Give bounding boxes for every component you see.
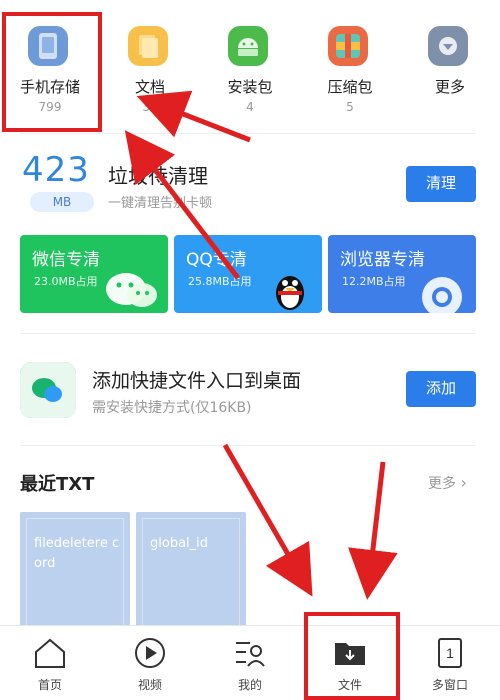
shortcut-title: 添加快捷文件入口到桌面: [92, 370, 302, 392]
category-more[interactable]: 更多: [400, 20, 500, 120]
file-name: global_id: [150, 536, 209, 551]
category-count: 5: [346, 100, 354, 114]
card-subtitle: 25.8MB占用: [188, 275, 252, 288]
recent-file-card[interactable]: filedeletere cord: [20, 512, 130, 632]
file-manager-screen: 手机存储 799 文档 30 安装包 4 压缩包 5 更多 423 MB 垃圾待…: [0, 0, 500, 700]
qq-clean-card[interactable]: QQ专清 25.8MB占用: [174, 235, 322, 313]
video-icon: [135, 638, 165, 668]
junk-size: 423: [22, 150, 90, 190]
nav-label: 首页: [37, 678, 62, 692]
category-label: 文档: [134, 78, 165, 96]
card-subtitle: 12.2MB占用: [342, 275, 406, 288]
junk-unit-badge: MB: [30, 192, 94, 212]
recent-file-card[interactable]: global_id: [136, 512, 246, 632]
card-title: QQ专清: [186, 250, 247, 270]
divider: [20, 333, 476, 334]
android-icon: [228, 26, 268, 66]
add-shortcut-button[interactable]: 添加: [406, 371, 476, 407]
chevron-right-icon: ›: [460, 473, 467, 492]
browser-clean-card[interactable]: 浏览器专清 12.2MB占用: [328, 235, 476, 313]
more-icon: [428, 26, 468, 66]
nav-label: 视频: [137, 678, 162, 692]
recent-txt-title: 最近TXT: [20, 474, 95, 495]
nav-home[interactable]: 首页: [0, 626, 100, 700]
bottom-nav: 首页 视频 我的 文件 1 多窗口: [0, 625, 500, 700]
file-name: filedeletere cord: [34, 536, 120, 571]
svg-text:1: 1: [446, 645, 454, 661]
junk-subtitle: 一键清理告别卡顿: [108, 196, 213, 211]
document-icon: [128, 26, 168, 66]
category-count: 30: [142, 100, 158, 114]
category-apk[interactable]: 安装包 4: [200, 20, 300, 120]
recent-more-link[interactable]: 更多 ›: [428, 473, 467, 493]
nav-label: 多窗口: [431, 678, 468, 692]
nav-label: 我的: [237, 678, 262, 692]
wechat-clean-card[interactable]: 微信专清 23.0MB占用: [20, 235, 168, 313]
qq-penguin-icon: [276, 276, 304, 310]
category-count: 4: [246, 100, 254, 114]
more-label: 更多: [428, 476, 456, 492]
annotation-box-phone-storage: [2, 12, 102, 132]
nav-video[interactable]: 视频: [100, 626, 200, 700]
profile-icon: [236, 642, 265, 667]
clean-button[interactable]: 清理: [406, 166, 476, 202]
archive-icon: [328, 26, 368, 66]
category-label: 更多: [434, 78, 465, 96]
category-documents[interactable]: 文档 30: [100, 20, 200, 120]
card-title: 浏览器专清: [340, 250, 425, 270]
nav-profile[interactable]: 我的: [200, 626, 300, 700]
junk-title: 垃圾待清理: [108, 164, 208, 188]
divider: [20, 133, 476, 134]
wechat-icon: [106, 273, 157, 307]
browser-icon: [422, 277, 462, 313]
clean-cards: 微信专清 23.0MB占用 QQ专清 25.8MB占用 浏览器专清 12.2MB…: [20, 235, 476, 313]
shortcut-app-icon: [20, 362, 76, 418]
annotation-box-files-tab: [304, 612, 400, 700]
card-title: 微信专清: [32, 250, 100, 270]
category-label: 安装包: [227, 78, 273, 96]
nav-multi-window[interactable]: 1 多窗口: [400, 626, 500, 700]
multi-window-icon: 1: [438, 638, 462, 668]
category-archive[interactable]: 压缩包 5: [300, 20, 400, 120]
divider: [20, 445, 476, 446]
shortcut-subtitle: 需安装快捷方式(仅16KB): [92, 400, 252, 416]
card-subtitle: 23.0MB占用: [34, 275, 98, 288]
home-icon: [35, 638, 65, 668]
category-label: 压缩包: [327, 78, 373, 96]
